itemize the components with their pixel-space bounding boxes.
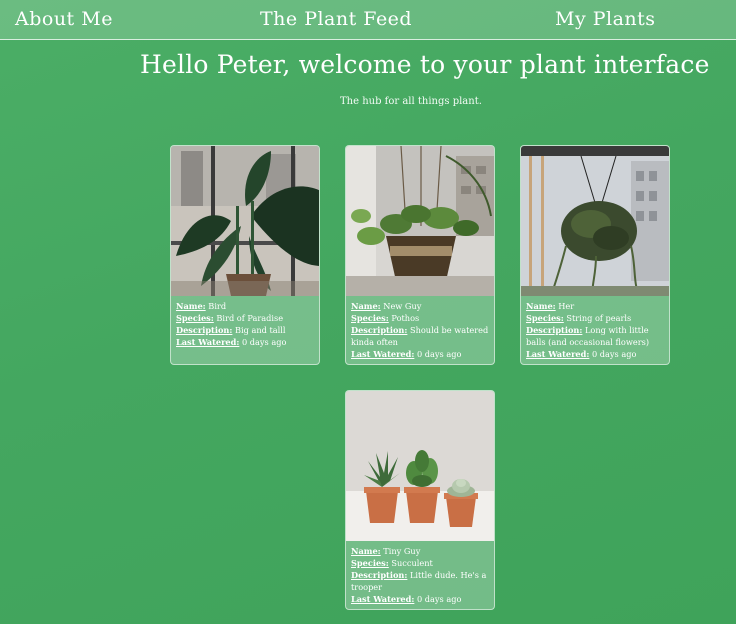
nav-about-me[interactable]: About Me: [15, 8, 113, 30]
species-label: Species:: [351, 558, 389, 568]
last-watered-label: Last Watered:: [526, 349, 590, 359]
species-label: Species:: [526, 313, 564, 323]
last-watered-label: Last Watered:: [351, 594, 415, 604]
description-label: Description:: [351, 570, 408, 580]
plant-species: Succulent: [391, 558, 433, 568]
plant-species: Bird of Paradise: [216, 313, 284, 323]
description-label: Description:: [351, 325, 408, 335]
plant-last-watered: 0 days ago: [416, 349, 462, 359]
plant-card[interactable]: Name: Bird Species: Bird of Paradise Des…: [170, 145, 320, 365]
plant-last-watered: 0 days ago: [591, 349, 637, 359]
nav-my-plants[interactable]: My Plants: [555, 8, 656, 30]
plant-card[interactable]: Name: Her Species: String of pearls Desc…: [520, 145, 670, 365]
last-watered-label: Last Watered:: [176, 337, 240, 347]
description-label: Description:: [526, 325, 583, 335]
plant-species: Pothos: [391, 313, 420, 323]
name-label: Name:: [351, 546, 381, 556]
plant-last-watered: 0 days ago: [241, 337, 287, 347]
plant-card[interactable]: Name: Tiny Guy Species: Succulent Descri…: [345, 390, 495, 610]
page-title: Hello Peter, welcome to your plant inter…: [140, 50, 710, 79]
species-label: Species:: [176, 313, 214, 323]
last-watered-label: Last Watered:: [351, 349, 415, 359]
name-label: Name:: [351, 301, 381, 311]
nav-plant-feed[interactable]: The Plant Feed: [260, 8, 412, 30]
name-label: Name:: [176, 301, 206, 311]
page-subtitle: The hub for all things plant.: [340, 96, 482, 107]
plant-info: Name: Bird Species: Bird of Paradise Des…: [171, 296, 319, 348]
top-nav-bar: About Me The Plant Feed My Plants: [0, 0, 736, 40]
plant-name: Bird: [208, 301, 227, 311]
plant-species: String of pearls: [566, 313, 632, 323]
plant-photo: [521, 146, 669, 296]
plant-photo: [171, 146, 319, 296]
species-label: Species:: [351, 313, 389, 323]
name-label: Name:: [526, 301, 556, 311]
plant-description: Big and talll: [235, 325, 286, 335]
plant-name: Tiny Guy: [383, 546, 421, 556]
plant-name: Her: [558, 301, 575, 311]
plant-photo: [346, 391, 494, 541]
plant-info: Name: New Guy Species: Pothos Descriptio…: [346, 296, 494, 360]
plant-photo: [346, 146, 494, 296]
plant-info: Name: Her Species: String of pearls Desc…: [521, 296, 669, 360]
plant-card[interactable]: Name: New Guy Species: Pothos Descriptio…: [345, 145, 495, 365]
plant-name: New Guy: [383, 301, 422, 311]
plant-info: Name: Tiny Guy Species: Succulent Descri…: [346, 541, 494, 605]
description-label: Description:: [176, 325, 233, 335]
plant-last-watered: 0 days ago: [416, 594, 462, 604]
